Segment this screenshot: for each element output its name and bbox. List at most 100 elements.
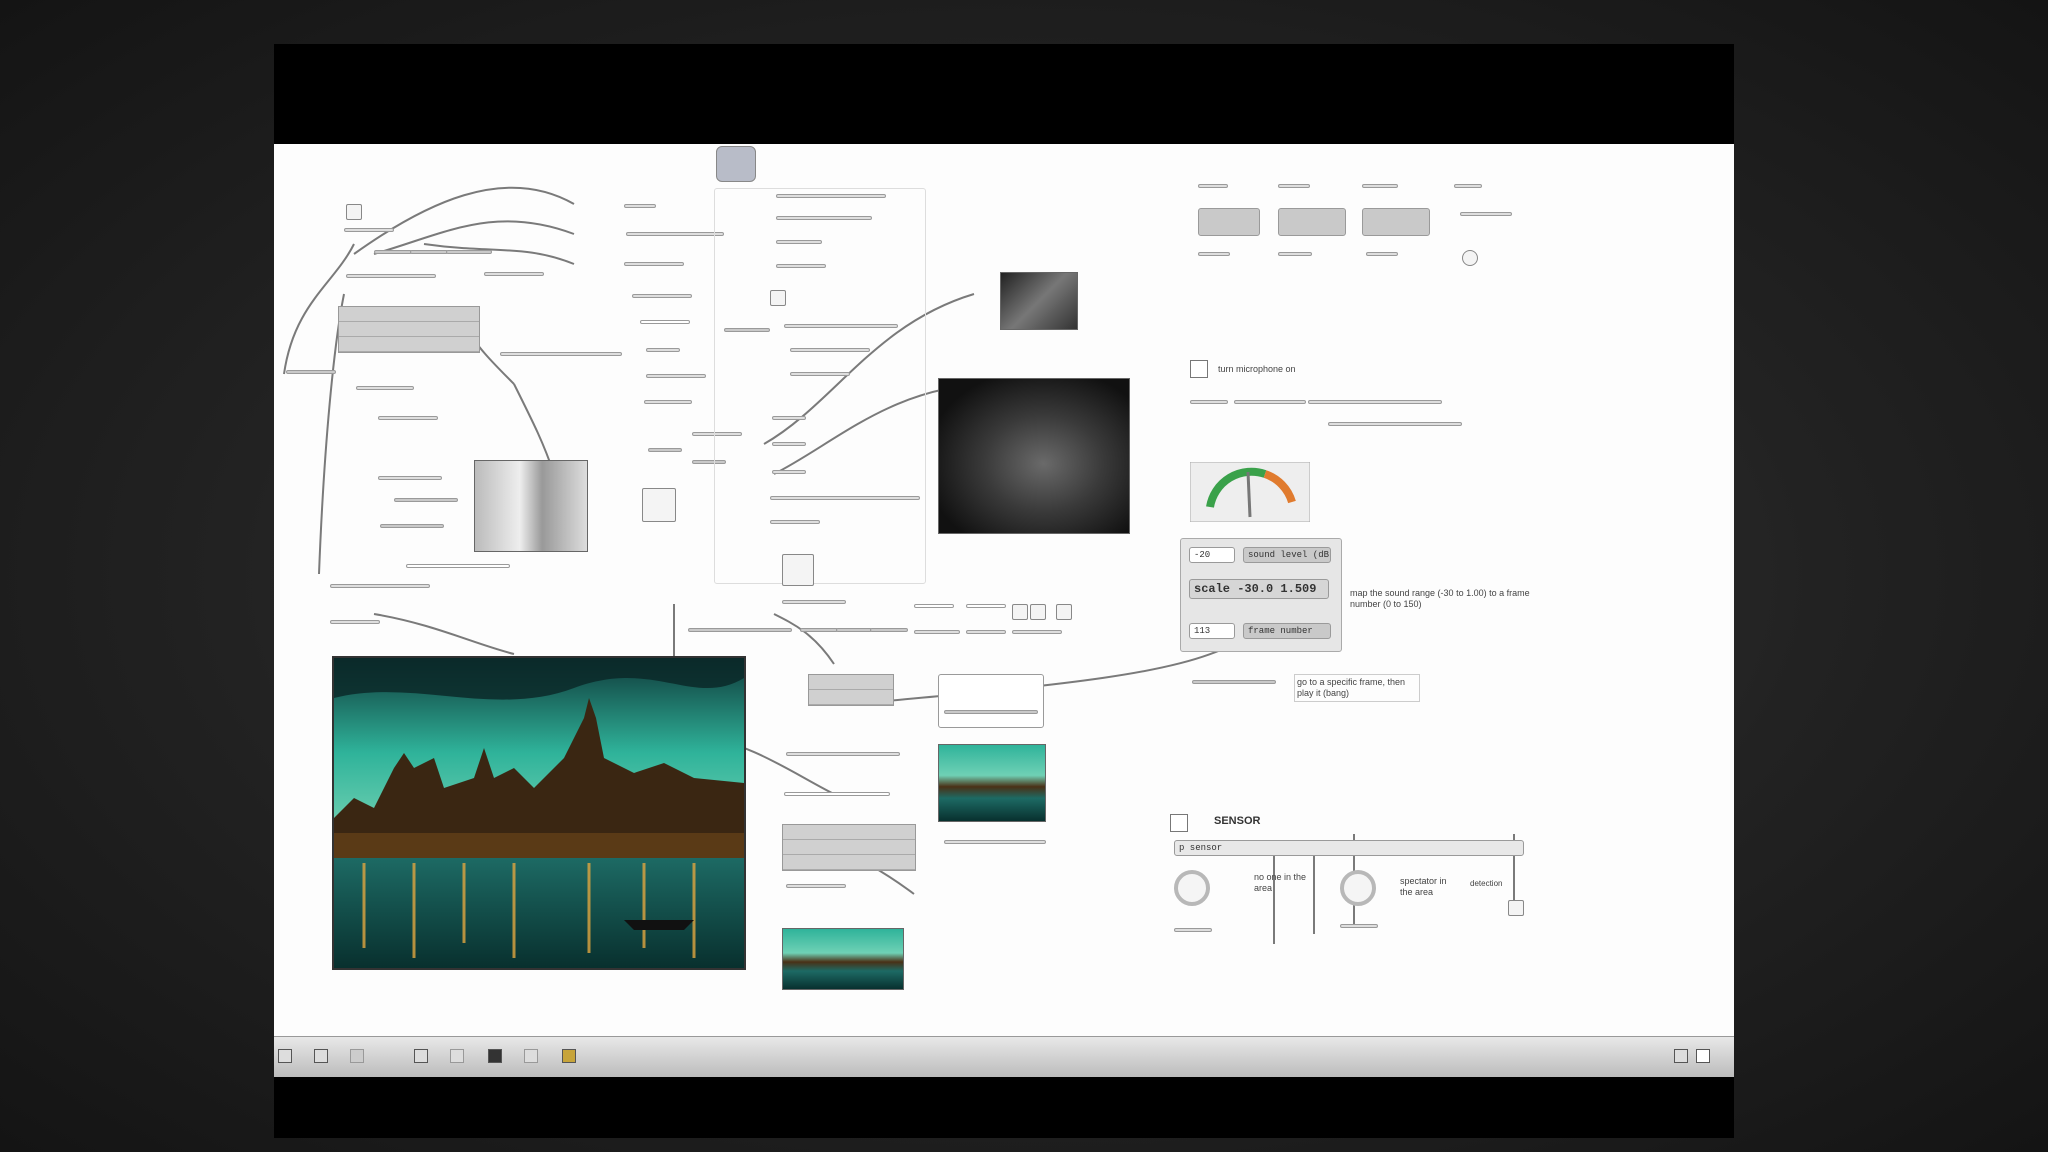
frame-number-box[interactable]: 113: [1189, 623, 1235, 639]
message-box[interactable]: [836, 628, 872, 632]
object-box[interactable]: [772, 470, 806, 474]
attribute-row[interactable]: [809, 690, 893, 705]
object-box[interactable]: [938, 674, 1044, 728]
object-box[interactable]: [1362, 184, 1398, 188]
object-box[interactable]: [776, 240, 822, 244]
power-button[interactable]: [716, 146, 756, 182]
message-box[interactable]: [446, 250, 492, 254]
bang-button[interactable]: [1012, 604, 1028, 620]
message-box[interactable]: [1362, 208, 1430, 236]
object-box[interactable]: [330, 620, 380, 624]
object-box[interactable]: [356, 386, 414, 390]
attribute-panel[interactable]: [338, 306, 480, 353]
object-box[interactable]: [632, 294, 692, 298]
bang-button[interactable]: [1030, 604, 1046, 620]
object-box[interactable]: [378, 416, 438, 420]
object-box[interactable]: [784, 324, 898, 328]
message-box[interactable]: [380, 524, 444, 528]
patch-icon[interactable]: [414, 1049, 428, 1063]
number-box[interactable]: [640, 320, 690, 324]
button-large[interactable]: [782, 554, 814, 586]
object-box[interactable]: [1278, 184, 1310, 188]
message-box[interactable]: [800, 628, 838, 632]
object-box[interactable]: [1198, 184, 1228, 188]
object-box[interactable]: [1012, 630, 1062, 634]
sound-level-number[interactable]: -20: [1189, 547, 1235, 563]
attribute-row[interactable]: [339, 307, 479, 322]
object-box[interactable]: [646, 348, 680, 352]
object-box[interactable]: [790, 372, 850, 376]
toggle-panel-icon[interactable]: [1696, 1049, 1710, 1063]
object-box[interactable]: [966, 630, 1006, 634]
clue-icon[interactable]: [562, 1049, 576, 1063]
object-box[interactable]: [378, 476, 442, 480]
sidebar-icon[interactable]: [1674, 1049, 1688, 1063]
object-box[interactable]: [624, 262, 684, 266]
object-box[interactable]: [330, 584, 430, 588]
object-box[interactable]: [1328, 422, 1462, 426]
grid-icon[interactable]: [488, 1049, 502, 1063]
object-box[interactable]: [1174, 928, 1212, 932]
message-box[interactable]: [724, 328, 770, 332]
object-box[interactable]: [776, 194, 886, 198]
object-box[interactable]: [772, 442, 806, 446]
message-box[interactable]: [410, 250, 448, 254]
object-box[interactable]: [484, 272, 544, 276]
scale-object[interactable]: scale -30.0 1.509: [1189, 579, 1329, 599]
attribute-row[interactable]: [339, 337, 479, 352]
object-box[interactable]: [500, 352, 622, 356]
object-box[interactable]: [782, 600, 846, 604]
message-box[interactable]: [1198, 208, 1260, 236]
message-box[interactable]: [944, 710, 1038, 714]
attribute-panel[interactable]: [782, 824, 916, 871]
number-box[interactable]: [406, 564, 510, 568]
object-box[interactable]: [790, 348, 870, 352]
message-box[interactable]: [286, 370, 336, 374]
object-box[interactable]: [914, 630, 960, 634]
slider[interactable]: [944, 840, 1046, 844]
attribute-row[interactable]: [809, 675, 893, 690]
bang-button[interactable]: [1508, 900, 1524, 916]
object-box[interactable]: [646, 374, 706, 378]
sensor-object[interactable]: p sensor: [1174, 840, 1524, 856]
attribute-row[interactable]: [783, 840, 915, 855]
attribute-panel[interactable]: [808, 674, 894, 706]
present-icon[interactable]: [450, 1049, 464, 1063]
object-box[interactable]: [776, 216, 872, 220]
left-dial-knob[interactable]: [1174, 870, 1210, 906]
number-box[interactable]: [784, 792, 890, 796]
object-box[interactable]: [644, 400, 692, 404]
attribute-row[interactable]: [783, 855, 915, 870]
message-box[interactable]: [374, 250, 412, 254]
new-object-icon[interactable]: [350, 1049, 364, 1063]
object-box[interactable]: [1460, 212, 1512, 216]
object-box[interactable]: [772, 416, 806, 420]
object-box[interactable]: [776, 264, 826, 268]
button-x[interactable]: [642, 488, 676, 522]
object-box[interactable]: [770, 496, 920, 500]
object-box[interactable]: [344, 228, 394, 232]
sensor-toggle[interactable]: [1170, 814, 1188, 832]
message-box[interactable]: [1192, 680, 1276, 684]
message-box[interactable]: [394, 498, 458, 502]
object-box[interactable]: [770, 520, 820, 524]
number-box[interactable]: [966, 604, 1006, 608]
object-box[interactable]: [346, 274, 436, 278]
message-box[interactable]: [648, 448, 682, 452]
number-box[interactable]: [914, 604, 954, 608]
object-box[interactable]: [786, 884, 846, 888]
right-dial-knob[interactable]: [1340, 870, 1376, 906]
edit-icon[interactable]: [314, 1049, 328, 1063]
object-box[interactable]: [1278, 252, 1312, 256]
object-box[interactable]: [626, 232, 724, 236]
inspector-icon[interactable]: [524, 1049, 538, 1063]
object-box[interactable]: [1234, 400, 1306, 404]
message-box[interactable]: [1278, 208, 1346, 236]
object-box[interactable]: [1366, 252, 1398, 256]
message-box[interactable]: [688, 628, 792, 632]
bang-button[interactable]: [346, 204, 362, 220]
lock-icon[interactable]: [278, 1049, 292, 1063]
attribute-row[interactable]: [339, 322, 479, 337]
object-box[interactable]: [1340, 924, 1378, 928]
object-box[interactable]: [1198, 252, 1230, 256]
